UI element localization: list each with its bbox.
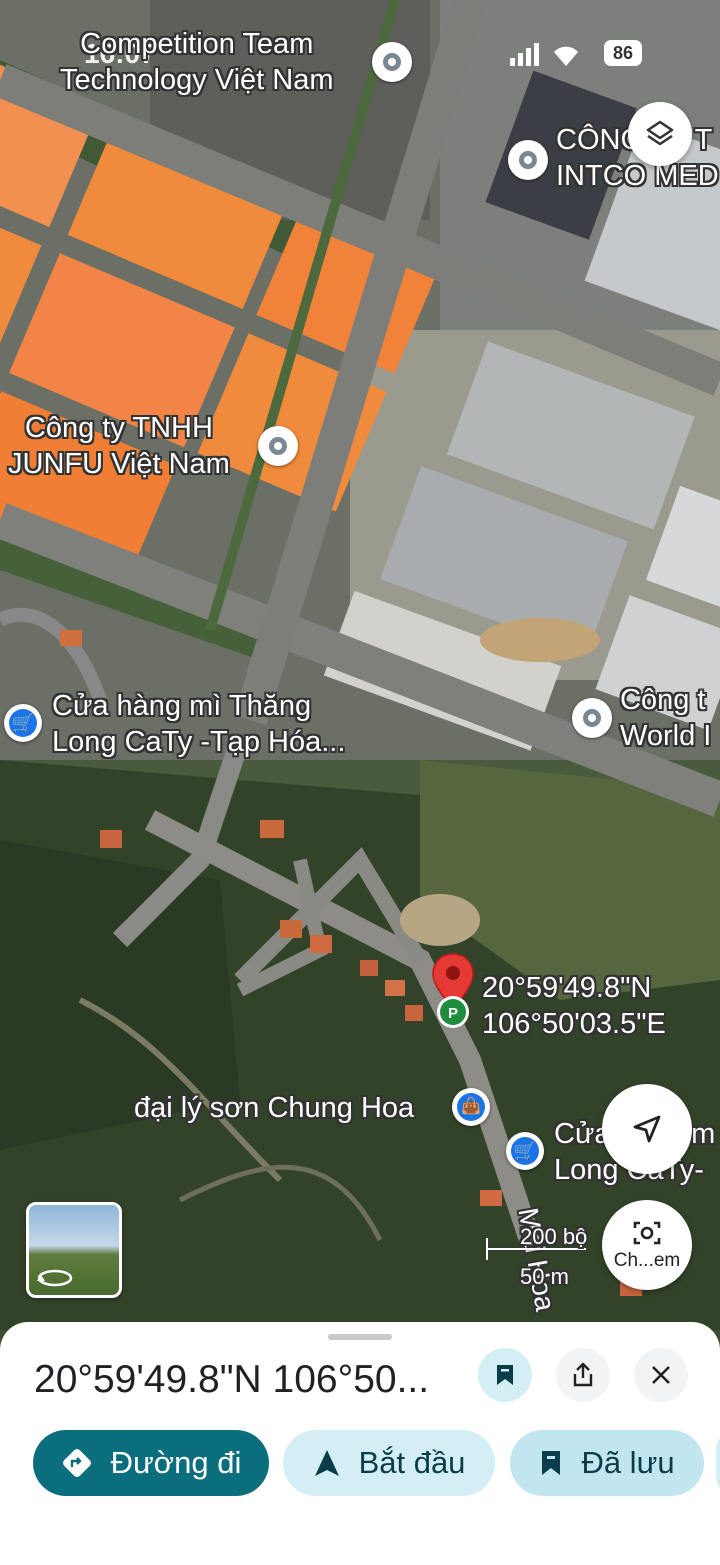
directions-icon (62, 1449, 91, 1477)
directions-button[interactable]: Đường đi (33, 1430, 269, 1496)
battery-indicator: 86 (604, 40, 642, 66)
share-icon (573, 1362, 593, 1387)
poi-label-junfu[interactable]: Công ty TNHH JUNFU Việt Nam (8, 410, 230, 482)
lens-button[interactable]: Ch...em (602, 1200, 692, 1290)
layers-icon (646, 120, 674, 146)
place-pin-icon[interactable] (258, 426, 298, 466)
layers-button[interactable] (628, 102, 692, 166)
map-scale: 200 bộ 50 m (486, 1224, 596, 1292)
place-pin-icon[interactable] (508, 140, 548, 180)
dropped-pin-coordinates: 20°59'49.8"N 106°50'03.5"E (482, 972, 666, 1040)
saved-button[interactable]: Đã lưu (510, 1430, 704, 1496)
lens-camera-icon (633, 1221, 661, 1245)
place-title: 20°59'49.8"N 106°50... (34, 1358, 430, 1401)
bookmark-icon (497, 1365, 513, 1385)
shopping-cart-pin-icon[interactable]: 🛒 (506, 1132, 544, 1170)
navigation-start-icon (314, 1450, 339, 1476)
lens-label: Ch...em (613, 1250, 681, 1271)
directions-label: Đường đi (110, 1445, 242, 1480)
place-bottom-sheet[interactable]: 20°59'49.8"N 106°50... Đường đi Bắt đầu … (0, 1322, 720, 1565)
street-view-thumbnail[interactable] (26, 1202, 122, 1298)
place-pin-icon[interactable] (572, 698, 612, 738)
close-button[interactable] (634, 1348, 688, 1402)
red-pin-icon: P (432, 953, 474, 1028)
saved-label: Đã lưu (581, 1445, 675, 1480)
poi-label-world[interactable]: Công t World I (620, 682, 711, 754)
place-pin-icon[interactable] (372, 42, 412, 82)
share-button[interactable] (556, 1348, 610, 1402)
more-actions-pill-edge[interactable] (716, 1430, 720, 1496)
signal-wifi-icon (510, 42, 590, 71)
poi-label-competition[interactable]: Competition Team Technology Việt Nam (60, 26, 334, 98)
start-label: Bắt đầu (358, 1445, 466, 1480)
svg-text:P: P (448, 1005, 458, 1022)
poi-label-dai-ly-son[interactable]: đại lý sơn Chung Hoa (134, 1090, 414, 1126)
save-icon-button[interactable] (478, 1348, 532, 1402)
shopping-cart-pin-icon[interactable]: 🛒 (4, 704, 42, 742)
poi-label-cua-hang-mi[interactable]: Cửa hàng mì Thăng Long CaTy -Tạp Hóa... (52, 688, 345, 760)
dropped-pin-marker[interactable]: P (430, 952, 476, 1032)
start-button[interactable]: Bắt đầu (283, 1430, 495, 1496)
navigation-arrow-icon (633, 1115, 661, 1143)
bookmark-icon (542, 1451, 561, 1475)
shopping-bag-pin-icon[interactable]: 👜 (452, 1088, 490, 1126)
street-view-rotate-icon (37, 1269, 73, 1287)
close-icon (652, 1366, 670, 1384)
sheet-drag-handle[interactable] (328, 1334, 392, 1340)
my-location-button[interactable] (602, 1084, 692, 1174)
